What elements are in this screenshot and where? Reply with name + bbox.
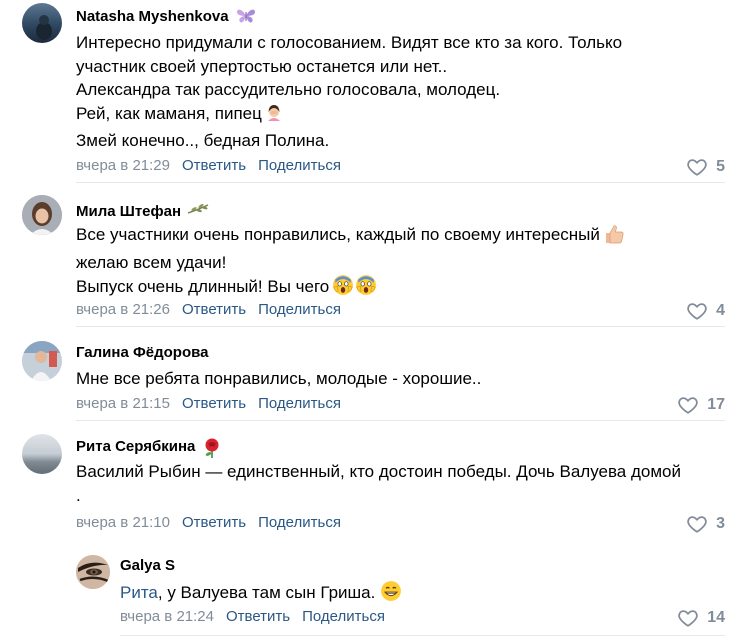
- reply-button[interactable]: Ответить: [182, 157, 246, 174]
- grin-emoji-icon: [380, 580, 402, 609]
- avatar[interactable]: [22, 3, 62, 43]
- like-button[interactable]: 5: [686, 156, 725, 178]
- mention-link[interactable]: Рита: [120, 583, 158, 602]
- heart-icon: [677, 607, 699, 629]
- reply-button[interactable]: Ответить: [226, 608, 290, 625]
- timestamp[interactable]: вчера в 21:29: [76, 157, 170, 174]
- comment-line: Василий Рыбин — единственный, кто достои…: [76, 462, 681, 481]
- share-button[interactable]: Поделиться: [258, 157, 341, 174]
- comment-line: Интересно придумали с голосованием. Видя…: [76, 33, 623, 52]
- divider: [76, 326, 725, 327]
- comment-line: желаю всем удачи!: [76, 252, 227, 272]
- avatar[interactable]: [22, 341, 62, 381]
- comment-line: Мне все ребята понравились, молодые - хо…: [76, 369, 482, 388]
- author-name[interactable]: Мила Штефан: [76, 203, 181, 220]
- comment-meta: вчера в 21:10 Ответить Поделиться: [76, 514, 341, 531]
- avatar[interactable]: [22, 195, 62, 235]
- comment-meta: вчера в 21:26 Ответить Поделиться: [76, 301, 341, 318]
- timestamp[interactable]: вчера в 21:10: [76, 514, 170, 531]
- author-name[interactable]: Рита Серябкина: [76, 438, 195, 455]
- comment: Natasha Myshenkova Интересно придумали с…: [0, 0, 747, 183]
- heart-icon: [677, 394, 699, 416]
- thumbs-up-emoji-icon: [603, 224, 625, 251]
- comment-line: Александра так рассудительно голосовала,…: [76, 80, 501, 99]
- timestamp[interactable]: вчера в 21:24: [120, 608, 214, 625]
- avatar[interactable]: [76, 555, 110, 589]
- share-button[interactable]: Поделиться: [258, 301, 341, 318]
- comment-line-text: Выпуск очень длинный! Вы чего: [76, 277, 330, 296]
- share-button[interactable]: Поделиться: [302, 608, 385, 625]
- like-count: 3: [716, 515, 725, 532]
- rose-icon: [201, 437, 223, 458]
- author-name[interactable]: Natasha Myshenkova: [76, 8, 229, 25]
- comment-meta: вчера в 21:24 Ответить Поделиться: [120, 608, 385, 625]
- comment-text: Василий Рыбин — единственный, кто достои…: [76, 460, 681, 507]
- like-count: 17: [707, 396, 725, 413]
- comment-line: Все участники очень понравились, каждый …: [76, 223, 625, 251]
- comment-meta: вчера в 21:29 Ответить Поделиться: [76, 157, 341, 174]
- comment-text: Все участники очень понравились, каждый …: [76, 223, 625, 303]
- share-button[interactable]: Поделиться: [258, 514, 341, 531]
- butterfly-icon: [235, 7, 257, 25]
- branch-icon: [187, 202, 209, 220]
- timestamp[interactable]: вчера в 21:26: [76, 301, 170, 318]
- comment-line: Выпуск очень длинный! Вы чего: [76, 274, 625, 303]
- heart-icon: [686, 300, 708, 322]
- timestamp[interactable]: вчера в 21:15: [76, 395, 170, 412]
- divider: [76, 420, 725, 421]
- reply-button[interactable]: Ответить: [182, 395, 246, 412]
- like-button[interactable]: 4: [686, 300, 725, 322]
- divider: [76, 182, 725, 183]
- comment-author[interactable]: Рита Серябкина: [76, 437, 223, 458]
- comment: Рита Серябкина Василий Рыбин — единствен…: [0, 432, 747, 542]
- like-count: 14: [707, 609, 725, 626]
- reply-button[interactable]: Ответить: [182, 301, 246, 318]
- author-name[interactable]: Galya S: [120, 557, 175, 574]
- comment-author[interactable]: Natasha Myshenkova: [76, 7, 257, 25]
- comment: Мила Штефан Все участники очень понравил…: [0, 193, 747, 327]
- woman-facepalm-emoji-icon: [265, 103, 283, 130]
- comment: Галина Фёдорова Мне все ребята понравили…: [0, 339, 747, 421]
- comment-meta: вчера в 21:15 Ответить Поделиться: [76, 395, 341, 412]
- comment-author[interactable]: Галина Фёдорова: [76, 344, 209, 361]
- comment-text: Интересно придумали с голосованием. Видя…: [76, 31, 622, 153]
- comment-line-text: , у Валуева там сын Гриша.: [157, 583, 376, 602]
- comment-text: Рита, у Валуева там сын Гриша.: [120, 580, 402, 609]
- comment-line: Змей конечно.., бедная Полина.: [76, 131, 330, 150]
- comment-text: Мне все ребята понравились, молодые - хо…: [76, 367, 481, 391]
- scream-emoji-icon: [355, 274, 377, 303]
- comment-line-text: Рей, как маманя, пипец: [76, 103, 262, 123]
- author-name[interactable]: Галина Фёдорова: [76, 344, 209, 361]
- scream-emoji-icon: [332, 274, 354, 303]
- comment-line: участник своей упертостью останется или …: [76, 56, 448, 76]
- comment-line: Рей, как маманя, пипец: [76, 102, 622, 130]
- like-button[interactable]: 17: [677, 394, 725, 416]
- like-button[interactable]: 14: [677, 607, 725, 629]
- heart-icon: [686, 513, 708, 535]
- comment-line: Рита, у Валуева там сын Гриша.: [120, 580, 402, 609]
- like-button[interactable]: 3: [686, 513, 725, 535]
- reply-button[interactable]: Ответить: [182, 514, 246, 531]
- comment-author[interactable]: Мила Штефан: [76, 202, 209, 220]
- like-count: 4: [716, 302, 725, 319]
- like-count: 5: [716, 158, 725, 175]
- comment-line: .: [76, 485, 81, 505]
- divider: [120, 635, 725, 636]
- share-button[interactable]: Поделиться: [258, 395, 341, 412]
- heart-icon: [686, 156, 708, 178]
- avatar[interactable]: [22, 434, 62, 474]
- comment-line-text: Все участники очень понравились, каждый …: [76, 225, 600, 244]
- reply-comment: Galya S Рита, у Валуева там сын Гриша. в…: [0, 552, 747, 642]
- comment-author[interactable]: Galya S: [120, 557, 175, 574]
